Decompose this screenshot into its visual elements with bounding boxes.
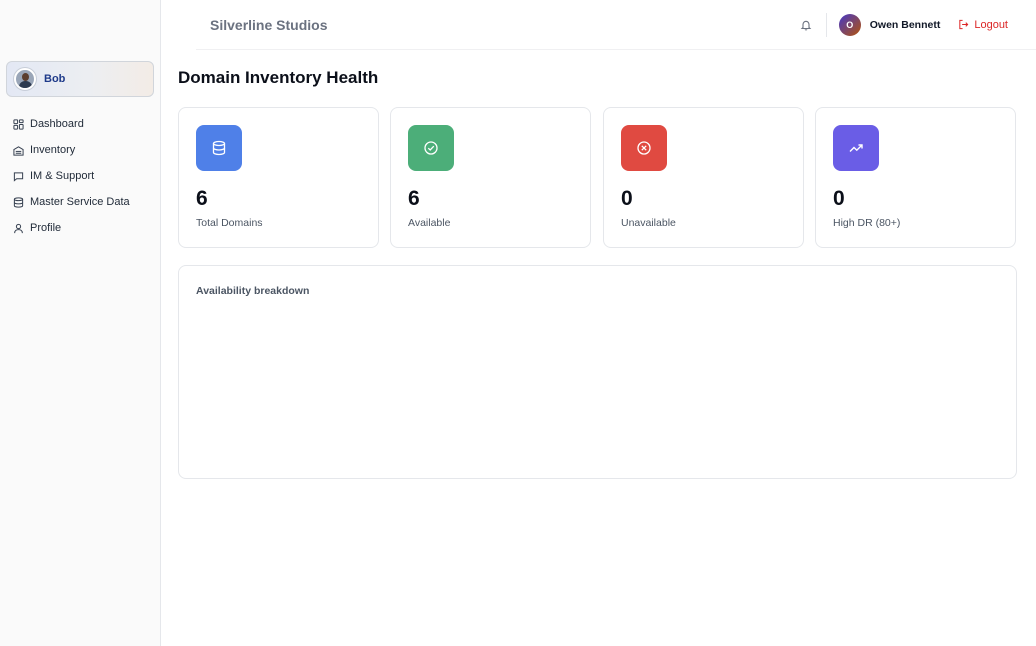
stat-label: High DR (80+) — [833, 217, 901, 229]
sidebar-item-label: Dashboard — [30, 118, 84, 130]
dashboard-grid-icon — [13, 118, 24, 130]
stat-card-high-dr: 0 High DR (80+) — [815, 107, 1016, 248]
sidebar-item-im-support[interactable]: IM & Support — [0, 163, 160, 189]
stat-value: 6 — [408, 187, 420, 210]
user-icon — [14, 223, 23, 233]
stat-label: Total Domains — [196, 217, 263, 229]
header-divider — [825, 12, 827, 37]
stat-card-unavailable: 0 Unavailable — [603, 107, 804, 248]
availability-breakdown-panel: Availability breakdown — [178, 265, 1017, 479]
sidebar-item-label: Inventory — [30, 144, 76, 156]
top-header: Silverline Studios O Owen Bennett Logout — [196, 0, 1036, 50]
stat-value: 0 — [833, 187, 845, 210]
sidebar-item-master-service-data[interactable]: Master Service Data — [0, 189, 160, 215]
logout-label: Logout — [974, 18, 1008, 31]
sidebar-item-label: Master Service Data — [30, 196, 130, 208]
brand-name: Silverline Studios — [210, 16, 328, 33]
sidebar: Bob Dashboard Inventory IM & Support Mas… — [0, 0, 161, 646]
panel-title: Availability breakdown — [196, 285, 310, 297]
sidebar-item-dashboard[interactable]: Dashboard — [0, 111, 160, 137]
user-name: Owen Bennett — [869, 18, 941, 31]
database-icon — [13, 196, 24, 208]
page-title: Domain Inventory Health — [178, 68, 379, 87]
user-avatar[interactable]: O — [838, 13, 861, 36]
x-circle-icon — [637, 141, 651, 155]
stat-label: Unavailable — [621, 217, 676, 229]
trending-up-icon — [849, 144, 863, 152]
logout-icon — [959, 19, 969, 30]
sidebar-item-inventory[interactable]: Inventory — [0, 137, 160, 163]
database-icon — [212, 140, 226, 156]
sidebar-item-label: Profile — [30, 222, 62, 234]
stat-label: Available — [408, 217, 451, 229]
sidebar-user-chip[interactable]: Bob — [6, 61, 154, 97]
sidebar-item-label: IM & Support — [30, 170, 95, 182]
logout-button[interactable]: Logout — [958, 19, 1008, 31]
check-circle-icon — [424, 141, 438, 155]
chat-icon — [13, 171, 24, 182]
sidebar-item-profile[interactable]: Profile — [0, 215, 160, 241]
sidebar-nav: Dashboard Inventory IM & Support Master … — [0, 111, 160, 241]
stat-card-total-domains: 6 Total Domains — [178, 107, 379, 248]
stat-value: 0 — [621, 187, 633, 210]
inventory-icon — [13, 145, 24, 156]
bell-icon[interactable] — [800, 19, 812, 31]
stat-value: 6 — [196, 187, 208, 210]
stat-card-available: 6 Available — [390, 107, 591, 248]
sidebar-user-name: Bob — [44, 73, 66, 85]
avatar — [14, 68, 36, 90]
